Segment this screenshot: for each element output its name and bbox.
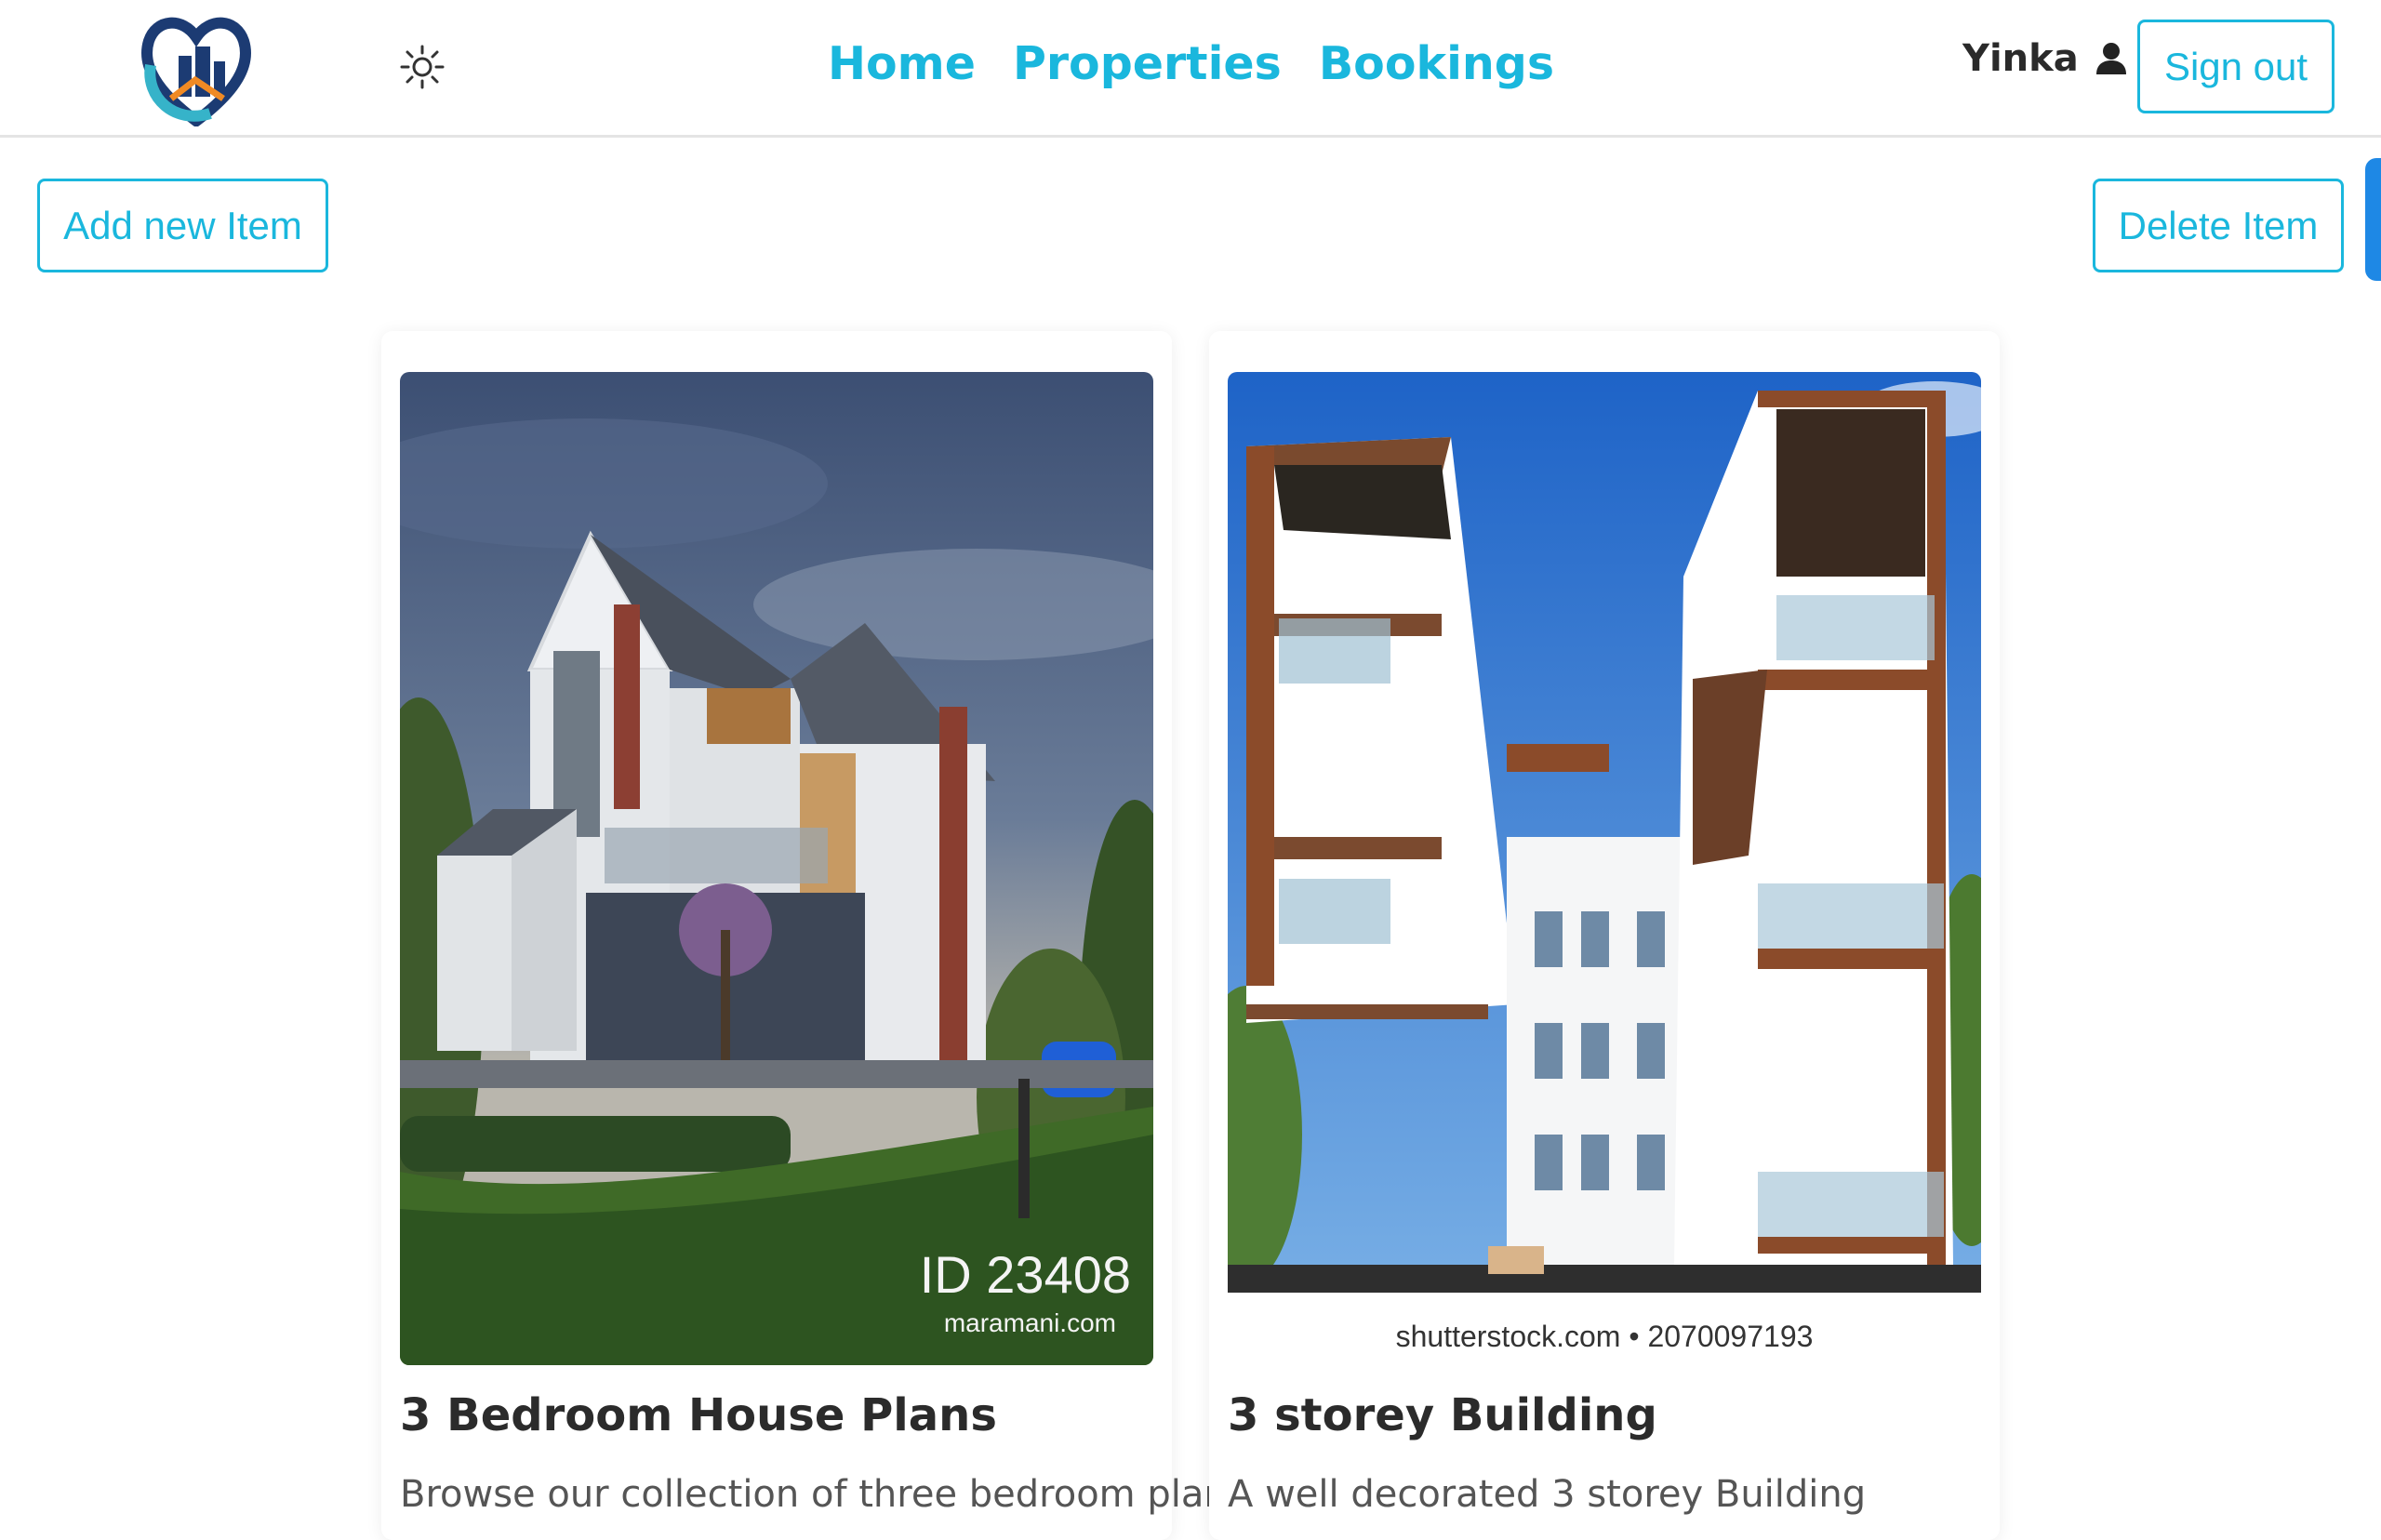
watermark-id: ID 23408 (920, 1245, 1131, 1304)
house-heart-logo[interactable] (138, 9, 255, 128)
watermark-site: maramani.com (944, 1308, 1116, 1337)
nav-link-home[interactable]: Home (828, 37, 976, 90)
delete-item-button[interactable]: Delete Item (2093, 179, 2344, 272)
property-image-house[interactable]: ID 23408 maramani.com (400, 372, 1153, 1365)
watermark: shutterstock.com • 2070097193 (1396, 1320, 1814, 1353)
user-icon (2094, 41, 2129, 76)
user-menu[interactable]: Yinka (1962, 37, 2129, 80)
nav-link-bookings[interactable]: Bookings (1319, 37, 1554, 90)
property-title: 3 storey Building (1228, 1389, 1657, 1441)
property-title: 3 Bedroom House Plans (400, 1389, 997, 1441)
property-description: Browse our collection of three bedroom p… (400, 1473, 1247, 1516)
property-image-building[interactable]: shutterstock.com • 2070097193 (1228, 372, 1981, 1365)
nav-link-properties[interactable]: Properties (1013, 37, 1282, 90)
main-nav: Home Properties Bookings (828, 37, 1554, 90)
property-description: A well decorated 3 storey Building (1228, 1473, 1867, 1516)
sun-icon[interactable] (398, 43, 446, 91)
property-card[interactable]: shutterstock.com • 2070097193 3 storey B… (1209, 331, 2000, 1540)
top-navbar: Home Properties Bookings Yinka Sign out (0, 0, 2381, 138)
side-panel-tab[interactable] (2365, 158, 2381, 281)
property-card[interactable]: ID 23408 maramani.com 3 Bedroom House Pl… (381, 331, 1247, 1540)
sign-out-button[interactable]: Sign out (2137, 20, 2334, 113)
user-name: Yinka (1962, 37, 2079, 80)
add-item-button[interactable]: Add new Item (37, 179, 328, 272)
